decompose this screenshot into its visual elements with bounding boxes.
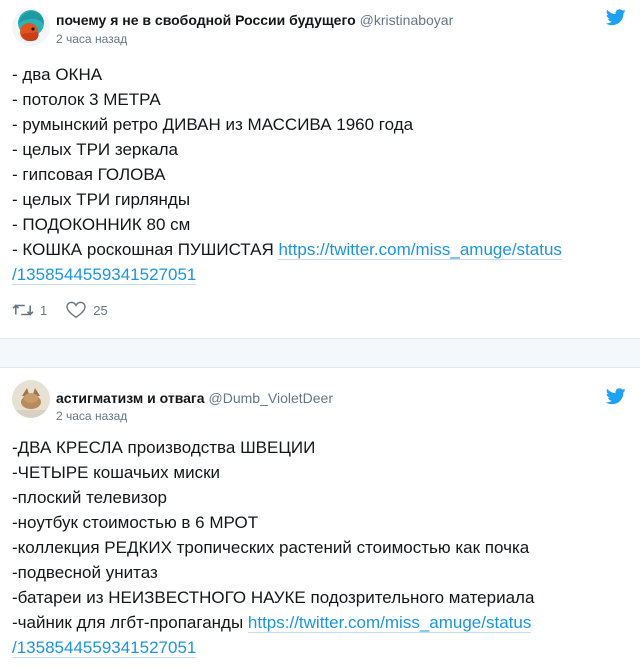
- tweet-line: /1358544559341527051: [12, 262, 562, 287]
- tweet-card-2: астигматизм и отвага @Dumb_VioletDeer 2 ч…: [0, 368, 640, 670]
- tweet-line: -коллекция РЕДКИХ тропических растений с…: [12, 538, 530, 557]
- twitter-bird-icon[interactable]: [606, 388, 626, 405]
- author-name[interactable]: астигматизм и отвага: [56, 390, 205, 406]
- author-handle[interactable]: @kristinaboyar: [360, 12, 454, 28]
- tweet-line: - два ОКНА: [12, 65, 103, 84]
- tweet-line: -ноутбук стоимостью в 6 МРОТ: [12, 513, 259, 532]
- tweet-line: - потолок 3 МЕТРА: [12, 90, 161, 109]
- tweet-line: - КОШКА роскошная ПУШИСТАЯ https://twitt…: [12, 237, 562, 262]
- tweet-line-text: -чайник для лгбт-пропаганды: [12, 613, 248, 632]
- timestamp[interactable]: 2 часа назад: [56, 32, 127, 46]
- tweet-link-continued[interactable]: /1358544559341527051: [12, 638, 197, 658]
- tweet-line: -чайник для лгбт-пропаганды https://twit…: [12, 610, 534, 635]
- feed-separator: [0, 339, 640, 368]
- tweet-header: астигматизм и отвага @Dumb_VioletDeer: [56, 389, 333, 407]
- tweet-line: -подвесной унитаз: [12, 563, 158, 582]
- tweet-line: -плоский телевизор: [12, 488, 167, 507]
- retweet-count: 1: [40, 302, 48, 318]
- tweet-line: - ПОДОКОННИК 80 см: [12, 215, 191, 234]
- tweet-line: - гипсовая ГОЛОВА: [12, 165, 166, 184]
- timestamp[interactable]: 2 часа назад: [56, 409, 127, 423]
- author-name[interactable]: почему я не в свободной России будущего: [56, 12, 356, 28]
- tweet-line: - целых ТРИ гирлянды: [12, 190, 191, 209]
- tweet-card-1: почему я не в свободной России будущего @…: [0, 0, 640, 339]
- tweet-line: /1358544559341527051: [12, 635, 534, 660]
- like-count: 25: [93, 302, 108, 318]
- tweet-text: - два ОКНА - потолок 3 МЕТРА - румынский…: [12, 62, 562, 287]
- heart-icon: [66, 301, 86, 319]
- tweet-line: -ЧЕТЫРЕ кошачьих миски: [12, 463, 221, 482]
- tweet-actions: 1 25: [12, 301, 126, 319]
- tweet-link[interactable]: https://twitter.com/miss_amuge/status: [247, 613, 532, 633]
- tweet-line: -батареи из НЕИЗВЕСТНОГО НАУКЕ подозрите…: [12, 588, 535, 607]
- retweet-button[interactable]: 1: [12, 301, 47, 319]
- tweet-link-continued[interactable]: /1358544559341527051: [12, 265, 197, 285]
- twitter-bird-icon[interactable]: [606, 9, 626, 26]
- tweet-text: -ДВА КРЕСЛА производства ШВЕЦИИ -ЧЕТЫРЕ …: [12, 435, 534, 660]
- tweet-header: почему я не в свободной России будущего @…: [56, 11, 453, 29]
- tweet-line: - целых ТРИ зеркала: [12, 140, 178, 159]
- tweet-line: -ДВА КРЕСЛА производства ШВЕЦИИ: [12, 438, 316, 457]
- tweet-link[interactable]: https://twitter.com/miss_amuge/status: [278, 240, 562, 260]
- avatar[interactable]: [12, 380, 50, 418]
- avatar[interactable]: [12, 8, 50, 46]
- like-button[interactable]: 25: [65, 301, 108, 319]
- tweet-line: - румынский ретро ДИВАН из МАССИВА 1960 …: [12, 115, 414, 134]
- retweet-icon: [12, 304, 34, 316]
- tweet-line-text: - КОШКА роскошная ПУШИСТАЯ: [12, 240, 279, 259]
- author-handle[interactable]: @Dumb_VioletDeer: [209, 390, 333, 406]
